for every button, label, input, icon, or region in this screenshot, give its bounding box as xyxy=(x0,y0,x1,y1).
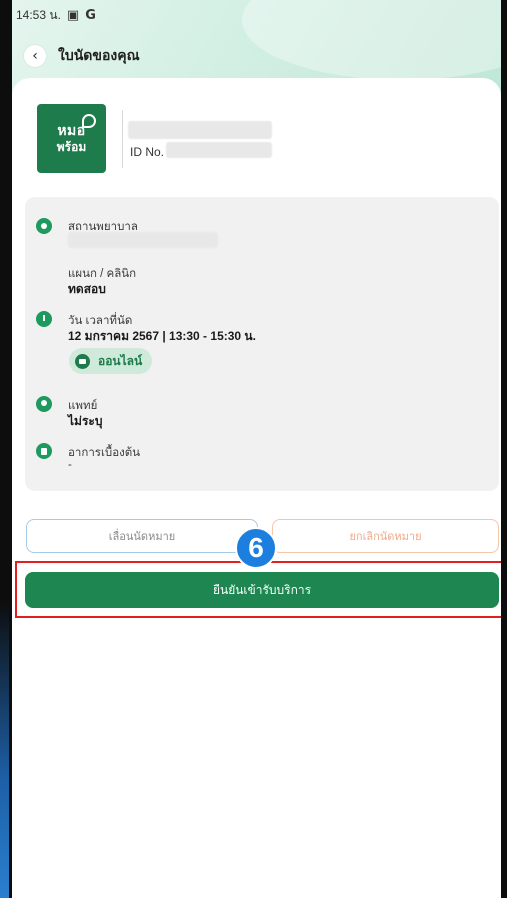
step-number-badge: 6 xyxy=(235,527,277,569)
logo-divider xyxy=(122,110,123,168)
online-badge: ออนไลน์ xyxy=(69,348,152,374)
doctor-value: ไม่ระบุ xyxy=(68,414,103,428)
symptom-label: อาการเบื้องต้น xyxy=(68,447,141,459)
device-frame-accent xyxy=(0,600,9,898)
patient-id-redacted xyxy=(166,142,272,158)
datetime-value: 12 มกราคม 2567 | 13:30 - 15:30 น. xyxy=(68,329,256,343)
clock-icon xyxy=(36,311,52,327)
device-frame-right xyxy=(501,0,507,898)
cancel-appointment-button[interactable]: ยกเลิกนัดหมาย xyxy=(272,519,499,553)
status-bar: 14:53 น. ▣ G xyxy=(12,0,501,30)
back-button[interactable]: ‹ xyxy=(24,45,46,67)
title-bar: ‹ ใบนัดของคุณ xyxy=(24,43,140,69)
logo-line-2: พร้อม xyxy=(56,140,87,154)
location-pin-icon xyxy=(36,218,52,234)
online-label: ออนไลน์ xyxy=(98,353,143,368)
patient-name-redacted xyxy=(128,121,272,139)
hospital-name-redacted xyxy=(68,232,218,248)
symptom-value: - xyxy=(68,459,72,471)
page-title: ใบนัดของคุณ xyxy=(58,47,140,63)
notification-icon: ▣ xyxy=(66,7,80,23)
hospital-logo: หมอ พร้อม xyxy=(37,104,106,173)
chevron-left-icon: ‹ xyxy=(32,48,38,64)
status-time: 14:53 น. xyxy=(16,7,61,22)
app-screen: 14:53 น. ▣ G ‹ ใบนัดของคุณ หมอ พร้อม ID … xyxy=(12,0,501,898)
department-value: ทดสอบ xyxy=(68,282,106,296)
doctor-logo-icon xyxy=(82,114,96,128)
document-icon xyxy=(36,443,52,459)
video-camera-icon xyxy=(75,353,90,369)
reschedule-button[interactable]: เลื่อนนัดหมาย xyxy=(26,519,258,553)
doctor-icon xyxy=(36,396,52,412)
google-icon: G xyxy=(85,7,96,23)
patient-id-label: ID No. xyxy=(130,145,165,159)
step-highlight-box xyxy=(15,561,501,618)
